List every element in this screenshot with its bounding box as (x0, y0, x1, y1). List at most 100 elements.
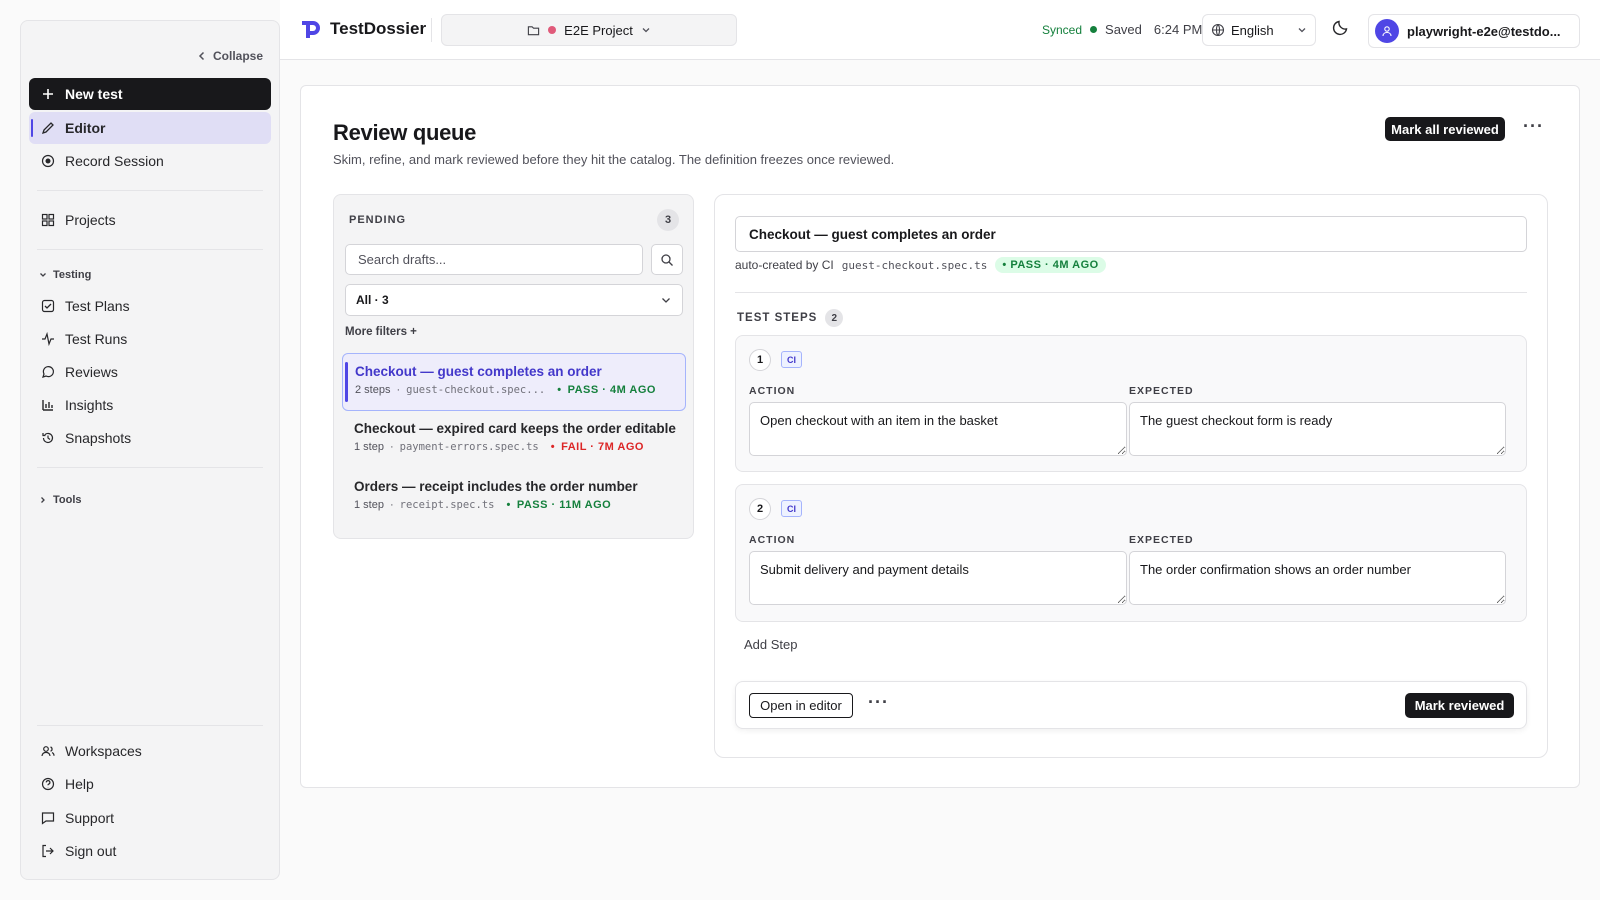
test-title-input[interactable] (735, 216, 1527, 252)
sidebar: Collapse New test Editor Record Session … (20, 20, 280, 880)
sidebar-item-reviews[interactable]: Reviews (29, 356, 271, 388)
draft-status: PASS · 4M AGO (567, 384, 656, 396)
search-icon (661, 253, 673, 266)
add-step-button[interactable]: Add Step (744, 637, 798, 652)
language-select[interactable]: English (1202, 14, 1316, 46)
save-status: Synced Saved 6:24 PM (1042, 22, 1202, 37)
theme-toggle[interactable] (1332, 18, 1350, 39)
action-label: ACTION (749, 385, 796, 397)
activity-icon (42, 332, 54, 346)
users-icon (41, 746, 55, 757)
sidebar-item-help[interactable]: Help (29, 768, 271, 800)
draft-item[interactable]: Checkout — guest completes an order 2 st… (342, 353, 686, 411)
project-selector[interactable]: E2E Project (441, 14, 737, 46)
sidebar-item-label: Snapshots (65, 430, 132, 446)
sidebar-item-snapshots[interactable]: Snapshots (29, 422, 271, 454)
pending-count: 3 (657, 209, 679, 231)
sidebar-item-support[interactable]: Support (29, 802, 271, 834)
draft-file: payment-errors.spec.ts (399, 441, 539, 453)
sync-indicator (1090, 26, 1098, 33)
language-value: English (1231, 22, 1274, 38)
detail-footer: Open in editor ··· Mark reviewed (735, 681, 1527, 729)
user-email: playwright-e2e@testdo... (1407, 23, 1561, 39)
pending-title: PENDING (349, 214, 407, 226)
divider (37, 190, 263, 191)
step-expected-input[interactable]: The guest checkout form is ready (1129, 402, 1506, 456)
detail-meta: auto-created by CI guest-checkout.spec.t… (735, 257, 1106, 273)
step-number: 1 (749, 349, 771, 371)
folder-icon (528, 25, 540, 35)
sidebar-item-sign-out[interactable]: Sign out (29, 835, 271, 867)
section-testing-toggle[interactable]: Testing (39, 269, 91, 281)
draft-steps: 1 step (354, 499, 384, 511)
moon-icon (1332, 20, 1348, 36)
draft-meta: 1 step · payment-errors.spec.ts • FAIL · 7… (354, 441, 644, 453)
sidebar-item-label: Reviews (65, 364, 118, 380)
sidebar-item-label: Insights (65, 397, 114, 413)
section-tools-toggle[interactable]: Tools (39, 494, 82, 506)
more-filters-button[interactable]: More filters + (345, 326, 417, 338)
expected-label: EXPECTED (1129, 534, 1194, 546)
action-label: ACTION (749, 534, 796, 546)
spec-file: guest-checkout.spec.ts (841, 258, 988, 272)
user-icon (1382, 26, 1392, 37)
step-action-input[interactable]: Open checkout with an item in the basket (749, 402, 1127, 456)
draft-steps: 1 step (354, 441, 384, 453)
review-queue-card: Review queue Skim, refine, and mark revi… (300, 85, 1580, 788)
app-logo[interactable]: TestDossier (300, 18, 426, 40)
project-name: E2E Project (564, 22, 633, 38)
draft-status: PASS · 11M AGO (516, 499, 612, 511)
section-testing-label: Testing (53, 269, 92, 281)
log-out-icon (42, 844, 54, 858)
draft-title: Orders — receipt includes the order numb… (354, 479, 638, 494)
step-action-input[interactable]: Submit delivery and payment details (749, 551, 1127, 605)
test-steps-heading: TEST STEPS 2 (737, 309, 844, 327)
checkbox-icon (41, 299, 55, 313)
pencil-icon (41, 122, 54, 135)
draft-file: receipt.spec.ts (399, 499, 495, 511)
sidebar-item-insights[interactable]: Insights (29, 389, 271, 421)
mark-reviewed-button[interactable]: Mark reviewed (1405, 693, 1514, 718)
bar-chart-icon (42, 400, 53, 411)
sidebar-item-label: Sign out (65, 843, 117, 859)
expected-label: EXPECTED (1129, 385, 1194, 397)
filter-value: All · 3 (356, 293, 389, 307)
test-step-card: 2 CI ACTION EXPECTED Submit delivery and… (735, 484, 1527, 622)
draft-item[interactable]: Orders — receipt includes the order numb… (342, 469, 686, 527)
sidebar-item-editor[interactable]: Editor (29, 112, 271, 144)
new-test-button[interactable]: New test (29, 78, 271, 110)
sidebar-item-test-plans[interactable]: Test Plans (29, 290, 271, 322)
saved-time: 6:24 PM (1153, 22, 1203, 37)
sidebar-item-label: Editor (65, 120, 106, 136)
plus-icon (43, 89, 53, 99)
page-title: Review queue (333, 120, 477, 145)
sidebar-item-test-runs[interactable]: Test Runs (29, 323, 271, 355)
app-name: TestDossier (330, 19, 427, 38)
search-button[interactable] (651, 244, 683, 275)
sidebar-item-workspaces[interactable]: Workspaces (29, 735, 271, 767)
sidebar-item-projects[interactable]: Projects (29, 204, 271, 236)
more-options-icon[interactable]: ··· (1523, 116, 1544, 137)
new-test-label: New test (65, 86, 123, 102)
search-drafts-input[interactable] (345, 244, 643, 275)
status-badge: • PASS · 4M AGO (995, 257, 1106, 273)
origin-label: auto-created by CI (735, 258, 834, 272)
mark-all-reviewed-button[interactable]: Mark all reviewed (1385, 117, 1505, 141)
step-expected-input[interactable]: The order confirmation shows an order nu… (1129, 551, 1506, 605)
divider (37, 725, 263, 726)
message-circle-icon (42, 366, 54, 378)
collapse-button[interactable]: Collapse (197, 49, 263, 63)
test-steps-count: 2 (825, 309, 844, 327)
grid-icon (41, 213, 55, 227)
chevron-down-icon (662, 298, 670, 303)
divider (37, 467, 263, 468)
more-options-icon[interactable]: ··· (868, 692, 889, 713)
filter-select[interactable]: All · 3 (345, 284, 683, 316)
open-in-editor-button[interactable]: Open in editor (749, 693, 853, 718)
user-menu[interactable]: playwright-e2e@testdo... (1368, 14, 1580, 48)
test-step-card: 1 CI ACTION EXPECTED Open checkout with … (735, 335, 1527, 472)
divider (431, 18, 432, 42)
project-color-dot (548, 26, 557, 34)
sidebar-item-record-session[interactable]: Record Session (29, 145, 271, 177)
draft-item[interactable]: Checkout — expired card keeps the order … (342, 411, 686, 469)
